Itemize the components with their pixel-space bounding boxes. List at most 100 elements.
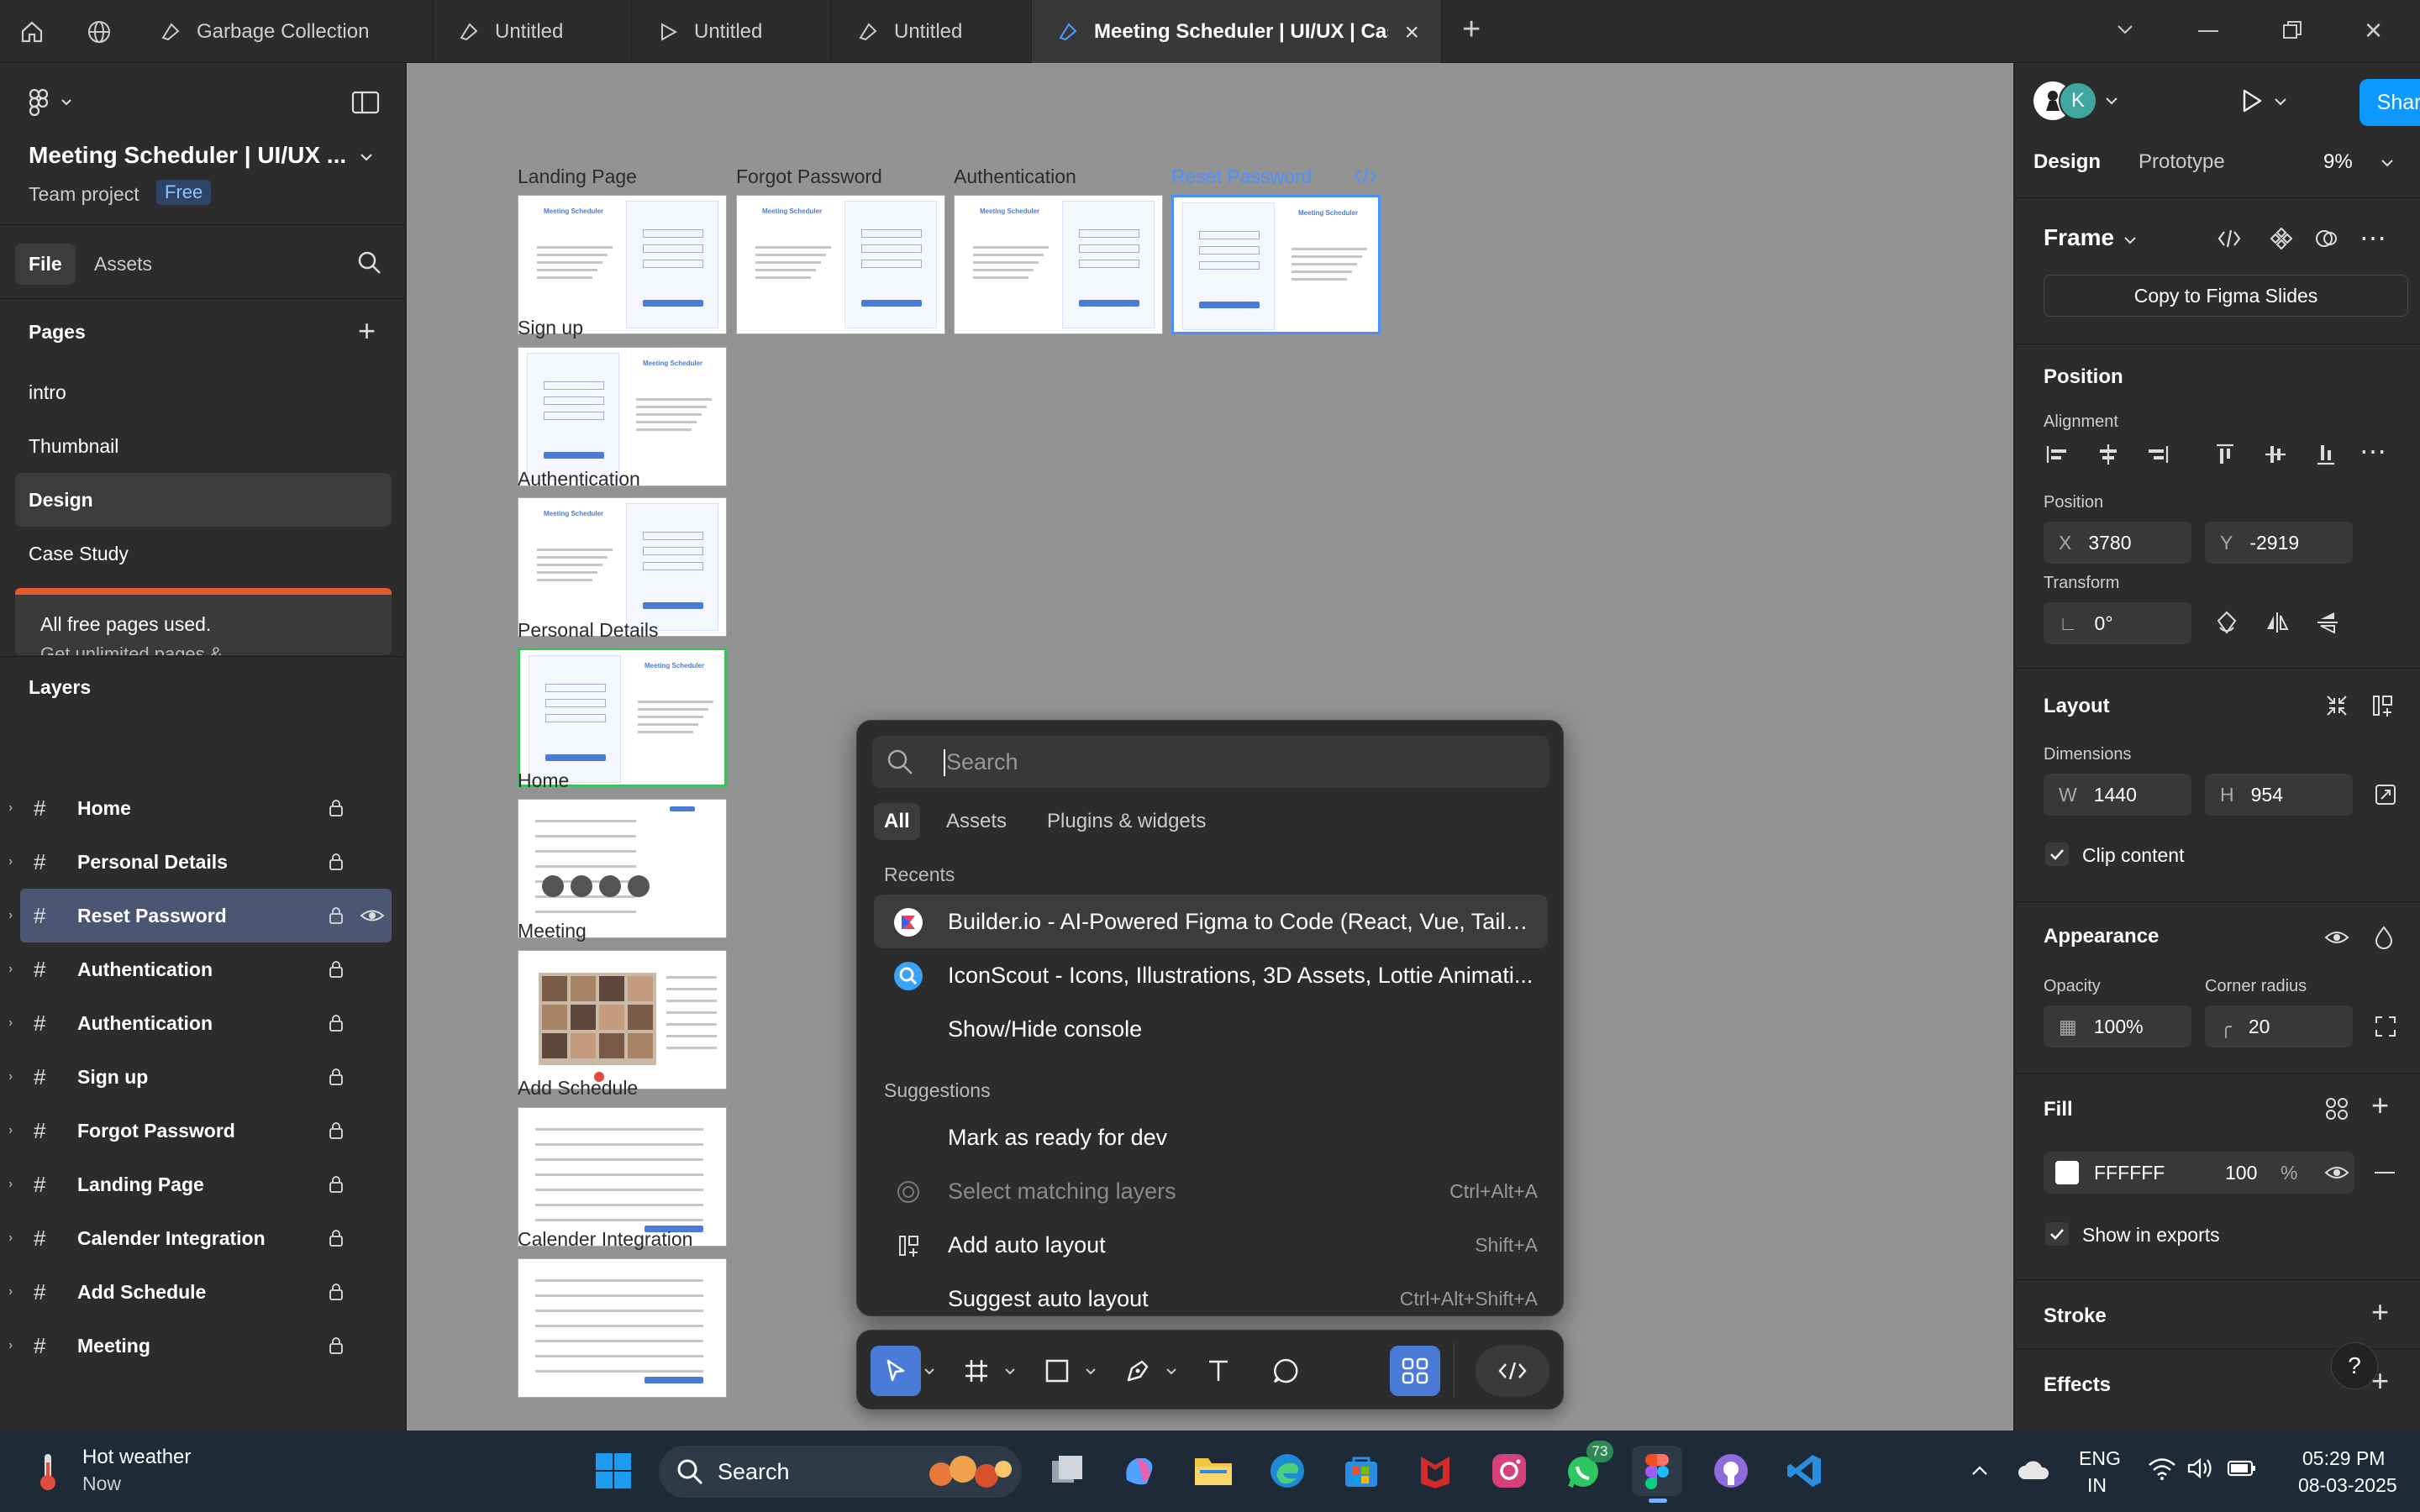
flip-horizontal-icon[interactable] <box>2264 609 2291 636</box>
present-icon[interactable] <box>2237 87 2265 115</box>
frame-label[interactable]: Sign up <box>518 317 583 339</box>
recent-iconscout[interactable]: IconScout - Icons, Illustrations, 3D Ass… <box>874 948 1548 1002</box>
expand-caret-icon[interactable]: › <box>8 962 22 977</box>
chevron-down-icon[interactable] <box>1081 1346 1101 1396</box>
independent-corners-icon[interactable] <box>2373 1014 2398 1039</box>
eye-icon[interactable] <box>2324 925 2349 950</box>
expand-caret-icon[interactable]: › <box>8 854 22 869</box>
layer-row[interactable]: › # Sign up <box>0 1050 406 1104</box>
battery-icon[interactable] <box>2227 1459 2257 1478</box>
plan-badge[interactable]: Free <box>156 180 212 205</box>
expand-caret-icon[interactable]: › <box>8 1338 22 1353</box>
copy-to-slides-button[interactable]: Copy to Figma Slides <box>2044 275 2408 317</box>
tab-file-4[interactable]: Untitled <box>832 0 1032 63</box>
page-item-thumbnail[interactable]: Thumbnail <box>0 419 406 473</box>
suggestion-suggest-auto-layout[interactable]: Suggest auto layout Ctrl+Alt+Shift+A <box>874 1272 1548 1315</box>
add-stroke-icon[interactable]: + <box>2371 1294 2389 1330</box>
share-button[interactable]: Share <box>2360 79 2420 126</box>
sidebar-toggle-icon[interactable] <box>351 91 380 114</box>
minimize-icon[interactable] <box>2198 30 2218 32</box>
language-code[interactable]: ENG <box>2079 1447 2121 1470</box>
tab-prototype[interactable]: Prototype <box>2139 150 2225 174</box>
frame-thumbnail[interactable]: Meeting Scheduler <box>1171 195 1381 334</box>
tab-assets[interactable]: Assets <box>94 253 152 276</box>
restore-icon[interactable] <box>2282 20 2302 40</box>
tab-file[interactable]: File <box>15 244 76 285</box>
chevron-down-icon[interactable] <box>2272 93 2289 110</box>
tab-design[interactable]: Design <box>2033 150 2101 174</box>
frame-thumbnail[interactable] <box>518 950 727 1089</box>
collapse-icon[interactable] <box>2324 693 2349 718</box>
fill-color-input[interactable]: FFFFFF 100 % <box>2044 1152 2354 1194</box>
window-close-icon[interactable]: × <box>2365 15 2382 45</box>
page-item-design[interactable]: Design <box>15 473 392 527</box>
tab-file-3[interactable]: Untitled <box>632 0 832 63</box>
frame-thumbnail[interactable]: Meeting Scheduler <box>954 195 1163 334</box>
close-icon[interactable]: × <box>1404 18 1419 47</box>
frame-label[interactable]: Personal Details <box>518 619 658 642</box>
avatar[interactable]: K <box>2059 81 2097 120</box>
layer-row[interactable]: › # Home <box>0 781 406 835</box>
file-explorer-icon[interactable] <box>1188 1446 1239 1496</box>
y-input[interactable]: Y -2919 <box>2205 522 2353 564</box>
frame-label[interactable]: Meeting <box>518 920 587 942</box>
new-tab-icon[interactable]: + <box>1462 12 1481 48</box>
suggestion-add-auto-layout[interactable]: Add auto layout Shift+A <box>874 1218 1548 1272</box>
frame-thumbnail[interactable]: Meeting Scheduler <box>736 195 945 334</box>
add-effect-icon[interactable]: + <box>2371 1363 2389 1399</box>
align-left-icon[interactable] <box>2044 441 2070 468</box>
frame-thumbnail[interactable] <box>518 1107 727 1247</box>
file-title[interactable]: Meeting Scheduler | UI/UX ... <box>29 142 346 169</box>
taskbar-search[interactable]: Search <box>659 1446 1022 1498</box>
chevron-down-icon[interactable] <box>2121 231 2139 249</box>
rotation-input[interactable]: ∟ 0° <box>2044 602 2191 644</box>
mcafee-icon[interactable] <box>1410 1446 1460 1496</box>
layer-row[interactable]: › # Landing Page <box>0 1158 406 1211</box>
chevron-down-icon[interactable] <box>1000 1346 1020 1396</box>
mask-icon[interactable] <box>2314 226 2339 251</box>
chevron-down-icon[interactable] <box>2112 17 2138 42</box>
frame-label[interactable]: Add Schedule <box>518 1077 638 1100</box>
expand-caret-icon[interactable]: › <box>8 1231 22 1246</box>
layer-row[interactable]: › # Personal Details <box>0 835 406 889</box>
figma-menu-icon[interactable] <box>29 88 79 118</box>
frame-label[interactable]: Forgot Password <box>736 165 882 188</box>
lock-icon[interactable] <box>328 959 345 979</box>
remove-fill-icon[interactable] <box>2375 1172 2395 1173</box>
code-icon[interactable] <box>2217 228 2242 249</box>
layer-row[interactable]: › # Authentication <box>0 996 406 1050</box>
component-icon[interactable] <box>2269 226 2294 251</box>
expand-caret-icon[interactable]: › <box>8 801 22 816</box>
chevron-down-icon[interactable] <box>919 1346 939 1396</box>
code-icon[interactable] <box>1353 167 1378 186</box>
droplet-icon[interactable] <box>2371 925 2396 950</box>
actions-button[interactable] <box>1390 1346 1440 1396</box>
expand-caret-icon[interactable]: › <box>8 1284 22 1299</box>
notice-link[interactable]: Get unlimited pages & <box>40 643 222 655</box>
filter-all[interactable]: All <box>874 803 920 840</box>
eye-icon[interactable] <box>360 906 385 926</box>
clip-content-checkbox[interactable] <box>2045 843 2069 866</box>
layer-row[interactable]: › # Forgot Password <box>0 1104 406 1158</box>
start-button[interactable] <box>588 1446 639 1496</box>
whatsapp-icon[interactable]: 73 <box>1558 1441 1613 1496</box>
more-icon[interactable]: ⋯ <box>2360 224 2386 251</box>
frame-thumbnail[interactable]: Meeting Scheduler <box>518 347 727 486</box>
comment-tool-button[interactable] <box>1260 1346 1311 1396</box>
search-icon[interactable] <box>356 249 383 276</box>
frame-label[interactable]: Reset Password <box>1171 165 1312 188</box>
frame-thumbnail[interactable]: Meeting Scheduler <box>518 497 727 637</box>
layer-row[interactable]: › # Authentication <box>0 942 406 996</box>
align-center-icon[interactable] <box>2095 441 2122 468</box>
auto-layout-icon[interactable] <box>2371 693 2396 718</box>
rotate-icon[interactable] <box>2213 609 2240 636</box>
align-middle-icon[interactable] <box>2262 441 2289 468</box>
frame-label[interactable]: Authentication <box>954 165 1076 188</box>
wifi-icon[interactable] <box>2148 1456 2176 1481</box>
page-item-case-study[interactable]: Case Study <box>0 527 406 580</box>
vscode-icon[interactable] <box>1780 1446 1830 1496</box>
tab-file-1[interactable]: Garbage Collection <box>134 0 433 63</box>
frame-label[interactable]: Authentication <box>518 468 640 491</box>
tab-file-2[interactable]: Untitled <box>433 0 632 63</box>
resize-icon[interactable] <box>2373 782 2398 807</box>
